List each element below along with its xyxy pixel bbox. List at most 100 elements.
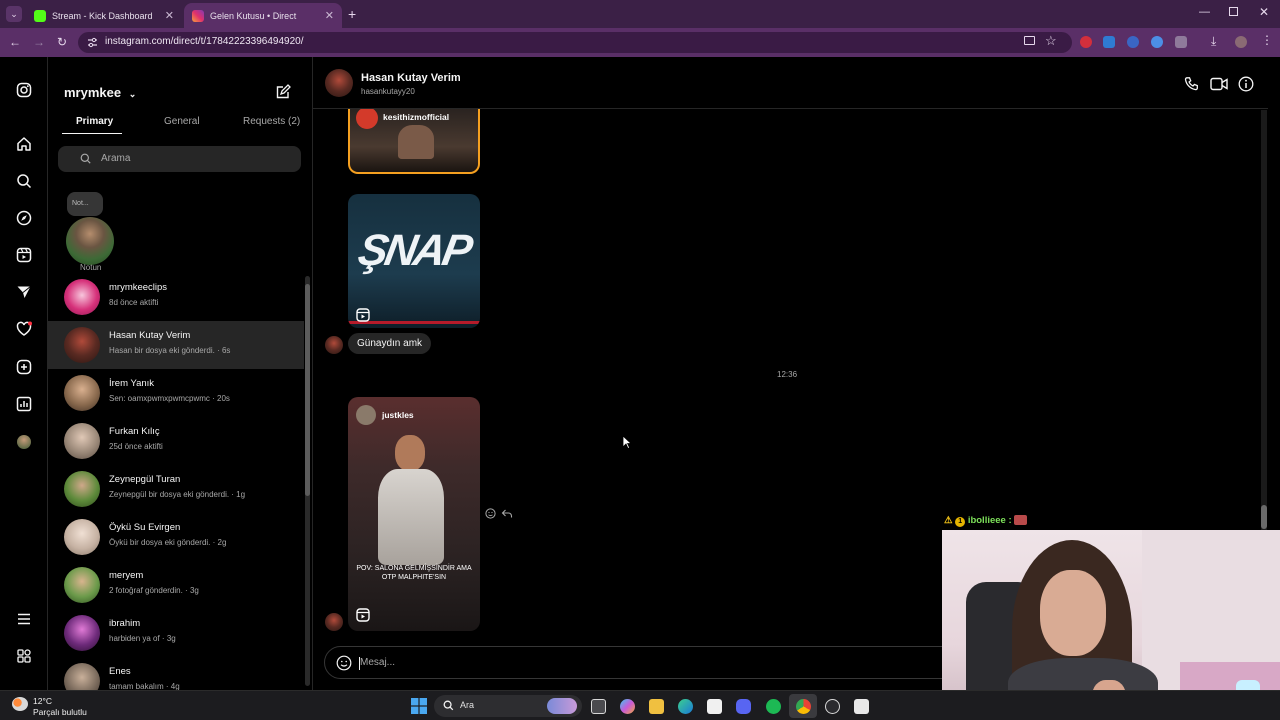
shared-reel-snap[interactable]: ŞNAP xyxy=(348,194,480,328)
close-window-icon[interactable]: ✕ xyxy=(1259,5,1269,19)
conversation-name: Hasan Kutay Verim xyxy=(109,330,191,341)
new-message-compose-icon[interactable] xyxy=(276,84,291,99)
close-tab-icon[interactable]: ✕ xyxy=(325,9,334,22)
conversation-scrollbar-thumb[interactable] xyxy=(305,284,310,496)
spotify-icon[interactable] xyxy=(766,699,781,714)
store-icon[interactable] xyxy=(707,699,722,714)
home-icon[interactable] xyxy=(16,136,32,152)
note-item[interactable]: Not... Notun xyxy=(63,190,119,275)
create-plus-icon[interactable] xyxy=(16,359,32,375)
shared-reel-justkles[interactable]: justkles POV: SALONA GELMİŞSİNDİR AMA OT… xyxy=(348,397,480,631)
search-input[interactable]: Arama xyxy=(58,146,301,172)
search-icon xyxy=(80,153,91,164)
explore-compass-icon[interactable] xyxy=(16,210,32,226)
conversation-preview: tamam bakalım · 4g xyxy=(109,682,180,690)
messages-direct-icon[interactable] xyxy=(16,284,32,300)
conversation-item[interactable]: Enes tamam bakalım · 4g xyxy=(48,657,303,690)
chrome-icon[interactable] xyxy=(796,699,811,714)
kick-favicon-icon xyxy=(34,9,46,22)
extension-audio-icon[interactable] xyxy=(1127,36,1139,48)
also-from-meta-icon[interactable] xyxy=(16,648,32,664)
conversation-info-icon[interactable] xyxy=(1238,76,1254,92)
chat-scrollbar-thumb[interactable] xyxy=(1261,505,1267,529)
discord-icon[interactable] xyxy=(736,699,751,714)
react-emoji-icon[interactable] xyxy=(485,508,496,519)
video-call-icon[interactable] xyxy=(1210,76,1228,92)
copilot-icon[interactable] xyxy=(620,699,635,714)
chat-header-avatar[interactable] xyxy=(325,69,353,97)
tab-general[interactable]: General xyxy=(164,116,200,127)
reply-arrow-icon[interactable] xyxy=(501,508,513,519)
weather-widget[interactable]: 12°C Parçalı bulutlu xyxy=(12,694,122,718)
instagram-logo-icon[interactable] xyxy=(16,82,32,98)
conversation-item[interactable]: Öykü Su Evirgen Öykü bir dosya eki gönde… xyxy=(48,513,303,561)
conversation-item[interactable]: Furkan Kılıç 25d önce aktifti xyxy=(48,417,303,465)
profile-avatar[interactable] xyxy=(17,435,31,449)
sender-avatar[interactable] xyxy=(325,613,343,631)
site-info-icon[interactable] xyxy=(87,37,98,48)
conversation-name: Zeynepgül Turan xyxy=(109,474,181,485)
account-switcher[interactable]: mrymkee ⌄ xyxy=(64,85,136,100)
task-view-icon[interactable] xyxy=(591,699,606,714)
new-tab-button[interactable]: + xyxy=(348,6,356,22)
reels-icon[interactable] xyxy=(16,247,32,263)
conversation-item-selected[interactable]: Hasan Kutay Verim Hasan bir dosya eki gö… xyxy=(48,321,304,369)
tab-search-button[interactable]: ⌄ xyxy=(6,6,22,22)
tab-requests[interactable]: Requests (2) xyxy=(243,116,300,127)
voice-call-icon[interactable] xyxy=(1184,76,1200,92)
profile-avatar-icon[interactable] xyxy=(1235,36,1247,48)
sender-avatar[interactable] xyxy=(325,336,343,354)
reel-person-head xyxy=(395,435,425,471)
install-app-icon[interactable] xyxy=(1024,36,1035,45)
tab-title: Gelen Kutusu • Direct xyxy=(210,10,297,21)
streaming-app-icon[interactable] xyxy=(854,699,869,714)
avatar xyxy=(64,567,100,603)
taskbar-search[interactable]: Ara xyxy=(434,695,582,717)
conversation-name: İrem Yanık xyxy=(109,378,155,389)
back-arrow-icon[interactable]: ← xyxy=(9,35,21,49)
extension-blue-icon[interactable] xyxy=(1151,36,1163,48)
warning-badge-icon: ⚠ xyxy=(944,515,953,526)
bookmark-star-icon[interactable]: ☆ xyxy=(1045,33,1057,49)
browser-tab-bar: ⌄ Stream - Kick Dashboard ✕ Gelen Kutusu… xyxy=(0,0,1280,28)
browser-menu-icon[interactable]: ⋮ xyxy=(1261,33,1273,47)
shared-reel-kesithizm[interactable]: kesithizmofficial xyxy=(348,109,480,174)
message-bubble[interactable]: Günaydın amk xyxy=(348,333,432,354)
restore-window-icon[interactable] xyxy=(1229,7,1238,16)
close-tab-icon[interactable]: ✕ xyxy=(165,9,174,22)
avatar xyxy=(64,471,100,507)
conversation-item[interactable]: İrem Yanık Sen: oamxpwmxpwmcpwmc · 20s xyxy=(48,369,303,417)
minimize-window-icon[interactable]: — xyxy=(1199,6,1210,18)
conversation-name: Öykü Su Evirgen xyxy=(109,522,181,533)
download-icon[interactable]: ⤓ xyxy=(1211,34,1223,48)
search-icon[interactable] xyxy=(16,173,32,189)
file-explorer-icon[interactable] xyxy=(649,699,664,714)
chat-header-name[interactable]: Hasan Kutay Verim xyxy=(361,72,461,84)
reel-graffiti-text: ŞNAP xyxy=(354,226,474,275)
emoji-picker-icon[interactable] xyxy=(336,655,352,671)
conversation-item[interactable]: ibrahim harbiden ya of · 3g xyxy=(48,609,303,657)
reel-badge-icon xyxy=(356,608,370,622)
extensions-puzzle-icon[interactable] xyxy=(1175,36,1187,48)
url-text: instagram.com/direct/t/17842223396494920… xyxy=(105,36,304,47)
edge-browser-icon[interactable] xyxy=(678,699,693,714)
chat-scrollbar[interactable] xyxy=(1261,110,1267,530)
dashboard-chart-icon[interactable] xyxy=(16,396,32,412)
extension-red-icon[interactable] xyxy=(1080,36,1092,48)
tab-kick-dashboard[interactable]: Stream - Kick Dashboard ✕ xyxy=(26,3,182,28)
address-bar[interactable]: instagram.com/direct/t/17842223396494920… xyxy=(78,32,1072,53)
conversation-item[interactable]: meryem 2 fotoğraf gönderdin. · 3g xyxy=(48,561,303,609)
forward-arrow-icon[interactable]: → xyxy=(33,35,45,49)
notifications-heart-icon[interactable] xyxy=(16,321,32,337)
obs-icon[interactable] xyxy=(825,699,840,714)
tab-instagram-direct[interactable]: Gelen Kutusu • Direct ✕ xyxy=(184,3,342,28)
note-label: Notun xyxy=(80,263,102,272)
windows-start-icon[interactable] xyxy=(411,698,427,714)
reload-icon[interactable]: ↻ xyxy=(57,35,67,49)
tab-primary[interactable]: Primary xyxy=(76,116,113,127)
number-badge-icon: 1 xyxy=(955,517,966,527)
more-menu-icon[interactable] xyxy=(16,611,32,627)
conversation-item[interactable]: Zeynepgül Turan Zeynepgül bir dosya eki … xyxy=(48,465,303,513)
conversation-item[interactable]: mrymkeeclips 8d önce aktifti xyxy=(48,273,303,321)
extension-translate-icon[interactable] xyxy=(1103,36,1115,48)
